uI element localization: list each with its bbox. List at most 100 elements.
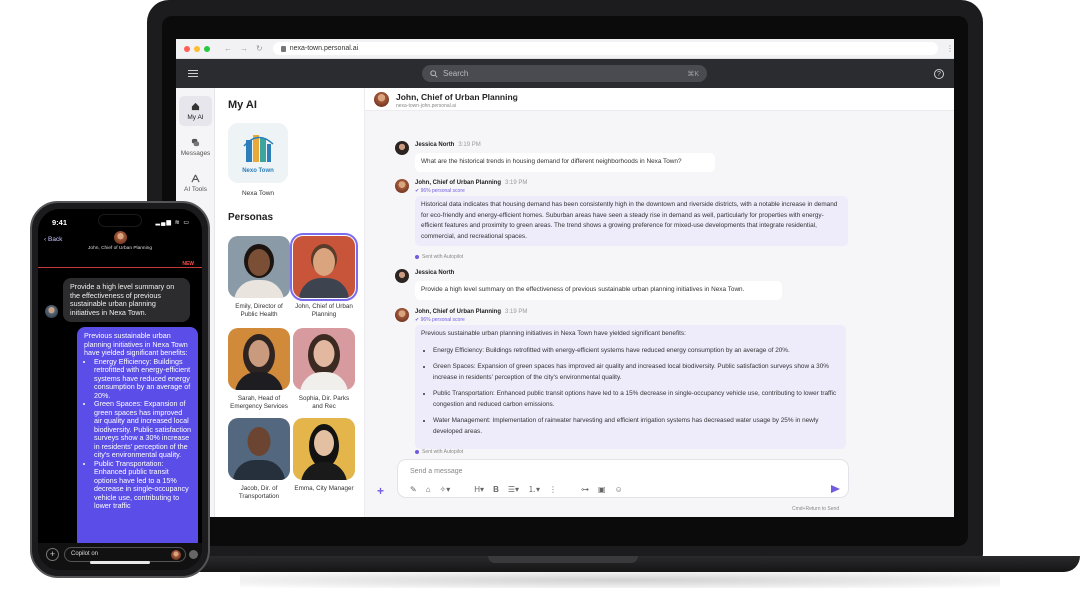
list-item: Energy Efficiency: Buildings retrofitted…: [433, 346, 840, 357]
url-text: nexa-town.personal.ai: [289, 45, 359, 52]
numbered-list-icon[interactable]: ⒈▾: [528, 484, 540, 495]
search-shortcut: ⌘K: [687, 70, 699, 78]
laptop-shadow: [240, 572, 1000, 588]
list-item: Public Transportation: Enhanced public t…: [433, 389, 840, 410]
rail-label: My AI: [187, 113, 204, 121]
search-input[interactable]: Search ⌘K: [422, 65, 707, 82]
avatar: [395, 179, 409, 193]
back-button[interactable]: ‹ Back: [44, 236, 62, 243]
minimize-window-button[interactable]: [194, 45, 200, 52]
laptop-notch: [488, 556, 638, 563]
avatar[interactable]: [374, 92, 389, 107]
send-icon[interactable]: [189, 550, 198, 559]
message-sender: Jessica North: [415, 270, 455, 276]
message-composer[interactable]: Send a message ✎ ⌂ ✧▾ H▾ B ☰▾ ⒈▾ ⋮ ⊶ ▣ ☺: [397, 459, 849, 498]
reload-icon[interactable]: ↻: [256, 44, 263, 53]
more-icon[interactable]: ⋮: [549, 485, 557, 494]
list-item: Green Spaces: Expansion of green spaces …: [433, 362, 840, 383]
my-ai-panel: My AI Nexo Town Nexa Town Personas Emily…: [215, 88, 365, 517]
phone-screen: 9:41 ▂▄▆ ≋ ▭ ‹ Back John, Chief of Urban…: [38, 209, 202, 570]
search-icon: [430, 69, 438, 78]
rail-item-my-ai[interactable]: My AI: [179, 96, 212, 126]
autopilot-icon: [415, 255, 419, 259]
home-indicator: [90, 561, 150, 564]
message-bubble: Historical data indicates that housing d…: [415, 196, 848, 246]
search-placeholder: Search: [443, 69, 469, 78]
message-time: 3:19 PM: [458, 142, 481, 148]
browser-menu-icon[interactable]: ⋮: [946, 44, 954, 53]
pen-icon[interactable]: ✎: [410, 485, 417, 494]
avatar: [395, 308, 409, 322]
personas-title: Personas: [228, 212, 274, 223]
app-header: Search ⌘K ?: [176, 59, 954, 88]
persona-sophia[interactable]: Sophia, Dir. Parks and Rec: [293, 328, 355, 411]
list-item: Water Management: Implementation of rain…: [433, 416, 840, 437]
persona-photo: [228, 418, 290, 480]
rail-label: AI Tools: [183, 185, 207, 193]
phone-input-bar: + Copilot on: [38, 543, 202, 570]
persona-john[interactable]: John, Chief of Urban Planning: [290, 233, 358, 319]
autopilot-note: Sent with Autopilot: [415, 254, 463, 260]
home-icon: [191, 102, 200, 110]
chat-pane: John, Chief of Urban Planning nexa-town-…: [365, 88, 954, 517]
forward-arrow-icon[interactable]: →: [240, 44, 248, 53]
persona-photo: [228, 328, 290, 390]
persona-label: Emily, Director of Public Health: [235, 303, 283, 318]
back-arrow-icon[interactable]: ←: [224, 44, 232, 53]
close-window-button[interactable]: [184, 45, 190, 52]
avatar: [395, 141, 409, 155]
persona-photo: [228, 236, 290, 298]
phone-message-input[interactable]: Copilot on: [64, 547, 186, 562]
message-bubble: Previous sustainable urban planning init…: [415, 325, 846, 449]
ai-message-intro: Previous sustainable urban planning init…: [84, 331, 188, 357]
user-message-bubble: Provide a high level summary on the effe…: [63, 278, 190, 323]
nexo-town-card[interactable]: Nexo Town: [228, 123, 288, 183]
avatar: [45, 305, 58, 318]
help-icon[interactable]: ?: [934, 69, 944, 79]
link-icon[interactable]: ⊶: [581, 485, 589, 494]
plus-icon[interactable]: +: [46, 548, 59, 561]
phone-contact-name: John, Chief of Urban Planning: [88, 246, 152, 251]
message-bubble: What are the historical trends in housin…: [415, 153, 715, 172]
heading-icon[interactable]: H▾: [474, 485, 484, 494]
chevron-right-icon[interactable]: ›: [515, 92, 518, 101]
image-icon[interactable]: ▣: [598, 485, 606, 494]
message-time: 3:19 PM: [505, 309, 528, 315]
rail-item-messages[interactable]: Messages: [179, 132, 212, 162]
persona-sarah[interactable]: Sarah, Head of Emergency Services: [228, 328, 290, 411]
persona-photo: [290, 233, 358, 301]
sparkle-icon[interactable]: ✧▾: [440, 485, 451, 494]
message-time: 3:19 PM: [505, 180, 528, 186]
avatar: [395, 269, 409, 283]
persona-emily[interactable]: Emily, Director of Public Health: [228, 236, 290, 319]
persona-emma[interactable]: Emma, City Manager: [293, 418, 355, 493]
laptop-screen: ← → ↻ nexa-town.personal.ai ⋮ Search ⌘K …: [176, 39, 954, 517]
tools-icon: [191, 174, 200, 182]
bullet-list-icon[interactable]: ☰▾: [508, 485, 519, 494]
chat-title[interactable]: John, Chief of Urban Planning: [396, 92, 518, 102]
message-sender: Jessica North 3:19 PM: [415, 142, 481, 148]
add-attachment-icon[interactable]: +: [377, 484, 384, 498]
persona-jacob[interactable]: Jacob, Dir. of Transportation: [228, 418, 290, 501]
list-item: Public Transportation: Enhanced public t…: [94, 459, 191, 511]
browser-nav: ← → ↻: [224, 44, 263, 53]
emoji-icon[interactable]: ☺: [615, 485, 623, 494]
bold-icon[interactable]: B: [493, 485, 499, 494]
chat-subtitle: nexa-town-john.personal.ai: [396, 103, 457, 109]
nexo-town-logo: [243, 135, 274, 162]
avatar[interactable]: [114, 231, 127, 244]
highlight-icon[interactable]: ⌂: [426, 485, 431, 494]
maximize-window-button[interactable]: [204, 45, 210, 52]
address-bar[interactable]: nexa-town.personal.ai: [272, 42, 938, 55]
persona-label: Sarah, Head of Emergency Services: [230, 395, 288, 410]
input-placeholder: Copilot on: [71, 551, 99, 557]
message-intro: Previous sustainable urban planning init…: [421, 330, 686, 337]
message-bubble: Provide a high level summary on the effe…: [415, 281, 782, 300]
send-icon[interactable]: [831, 485, 840, 493]
persona-photo: [293, 418, 355, 480]
sidebar-toggle-icon[interactable]: [188, 69, 198, 78]
copilot-toggle-icon[interactable]: [171, 550, 181, 560]
benefit-list: Energy Efficiency: Buildings retrofitted…: [433, 346, 840, 438]
chat-header: John, Chief of Urban Planning nexa-town-…: [365, 88, 954, 111]
rail-item-ai-tools[interactable]: AI Tools: [179, 168, 212, 198]
